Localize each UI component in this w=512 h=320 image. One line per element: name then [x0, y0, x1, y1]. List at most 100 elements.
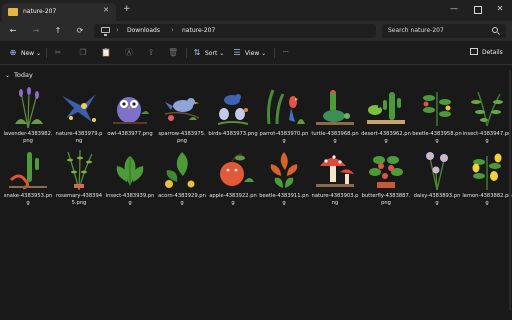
close-window-button[interactable]: ✕ — [494, 3, 506, 15]
maximize-button[interactable] — [472, 3, 484, 15]
parrot-illustration-icon — [261, 84, 307, 130]
file-name: acorn-4383929.png — [158, 193, 206, 206]
file-name: birds-4383973.png — [208, 131, 258, 137]
new-button[interactable]: ⊕ New ⌄ — [8, 47, 41, 59]
sort-button[interactable]: ⇅ Sort ⌄ — [192, 47, 225, 59]
insect-illustration-icon — [464, 84, 510, 130]
back-button[interactable]: ← — [7, 25, 19, 37]
command-bar: ⊕ New ⌄ ✂ ❐ 📋 Ⓐ ⇪ 🗑 ⇅ Sort ⌄ ☰ View ⌄ ··· D… — [0, 41, 512, 65]
details-pane-icon — [470, 48, 478, 55]
file-name: parrot-4383970.png — [259, 131, 309, 144]
chevron-down-icon: ⌄ — [5, 72, 11, 79]
insect-illustration-icon — [107, 146, 153, 192]
breadcrumb-separator-icon[interactable]: › — [116, 26, 119, 34]
file-name: daisy-4383893.png — [413, 193, 461, 206]
breadcrumb-downloads[interactable]: Downloads — [127, 27, 160, 34]
paste-button[interactable]: 📋 — [101, 47, 114, 59]
refresh-button[interactable]: ⟳ — [74, 25, 86, 37]
owl-illustration-icon — [107, 84, 153, 130]
sparrow-illustration-icon — [159, 84, 205, 130]
file-item-beetle-2[interactable]: beetle-4383911.png — [259, 146, 309, 220]
file-name: owl-4383977.png — [107, 131, 153, 137]
search-placeholder: Search nature-207 — [388, 27, 444, 34]
search-input[interactable]: Search nature-207 — [382, 24, 506, 38]
view-button[interactable]: ☰ View ⌄ — [232, 47, 266, 59]
rename-icon: Ⓐ — [125, 48, 133, 57]
cut-icon: ✂ — [54, 48, 62, 57]
folder-icon — [8, 8, 18, 16]
view-icon: ☰ — [233, 48, 241, 57]
vertical-scrollbar[interactable] — [509, 70, 511, 310]
details-label: Details — [482, 49, 503, 56]
address-bar-row: ← → ↑ ⟳ › Downloads › nature-207 Search … — [0, 21, 512, 41]
file-item-apple[interactable]: apple-4383922.png — [208, 146, 258, 220]
tab-nature-207[interactable]: nature-207 ✕ — [2, 3, 116, 21]
file-name: desert-4383962.png — [361, 131, 411, 144]
file-item-rosemary[interactable]: rosemary-4383945.png — [54, 146, 104, 220]
butterfly-illustration-icon — [363, 146, 409, 192]
turtle-illustration-icon — [312, 84, 358, 130]
chevron-down-icon: ⌄ — [36, 50, 42, 57]
copy-icon: ❐ — [79, 48, 87, 57]
title-bar: nature-207 ✕ + — ✕ — [0, 0, 512, 21]
tab-title: nature-207 — [23, 8, 57, 15]
file-item-acorn[interactable]: acorn-4383929.png — [157, 146, 207, 220]
file-name: sparrow-4383975.png — [158, 131, 206, 144]
delete-button[interactable]: 🗑 — [168, 47, 181, 59]
swallow-illustration-icon — [56, 84, 102, 130]
chevron-down-icon: ⌄ — [219, 50, 225, 57]
sort-label: Sort — [205, 50, 218, 57]
lavender-illustration-icon — [5, 84, 51, 130]
file-item-daisy[interactable]: daisy-4383893.png — [412, 146, 462, 220]
toolbar-divider — [46, 48, 47, 58]
file-name: insect-4383939.png — [105, 193, 155, 206]
beetle-illustration-icon — [261, 146, 307, 192]
view-label: View — [245, 50, 260, 57]
file-item-insect-2[interactable]: insect-4383939.png — [105, 146, 155, 220]
forward-button[interactable]: → — [30, 25, 42, 37]
up-button[interactable]: ↑ — [52, 25, 64, 37]
lemon-illustration-icon — [464, 146, 510, 192]
acorn-illustration-icon — [159, 146, 205, 192]
share-button[interactable]: ⇪ — [146, 47, 159, 59]
file-name: snake-4383953.png — [3, 193, 53, 206]
file-name: lavender-4383982.png — [3, 131, 53, 144]
cut-button[interactable]: ✂ — [53, 47, 66, 59]
tab-close-icon[interactable]: ✕ — [103, 6, 109, 14]
minimize-button[interactable]: — — [448, 3, 460, 15]
file-name: butterfly-4383887.png — [361, 193, 411, 206]
file-name: rosemary-4383945.png — [55, 193, 103, 206]
more-options-button[interactable]: ··· — [283, 47, 289, 59]
file-name: insect-4383947.png — [462, 131, 512, 144]
new-icon: ⊕ — [9, 48, 17, 57]
beetle-illustration-icon — [414, 84, 460, 130]
details-pane-button[interactable]: Details — [470, 47, 503, 59]
file-name: beetle-4383958.png — [412, 131, 462, 144]
toolbar-divider — [274, 48, 275, 58]
daisy-illustration-icon — [414, 146, 460, 192]
address-box[interactable]: › Downloads › nature-207 — [94, 24, 376, 38]
file-list-area[interactable]: ⌄ Today lavender-4383982.png nature-43839… — [0, 66, 512, 320]
sort-icon: ⇅ — [193, 48, 201, 57]
file-item-snake[interactable]: snake-4383953.png — [3, 146, 53, 220]
new-tab-button[interactable]: + — [123, 5, 131, 14]
file-item-butterfly[interactable]: butterfly-4383887.png — [361, 146, 411, 220]
share-icon: ⇪ — [147, 48, 155, 57]
breadcrumb-nature-207[interactable]: nature-207 — [182, 27, 215, 34]
delete-icon: 🗑 — [168, 48, 179, 57]
rename-button[interactable]: Ⓐ — [124, 47, 137, 59]
group-header-today[interactable]: ⌄ Today — [5, 71, 33, 79]
chevron-down-icon: ⌄ — [261, 50, 267, 57]
apple-illustration-icon — [210, 146, 256, 192]
file-name: nature-4383903.png — [311, 193, 359, 206]
breadcrumb-separator-icon[interactable]: › — [171, 26, 174, 34]
this-pc-icon[interactable] — [101, 27, 110, 36]
file-item-lemon[interactable]: lemon-4383882.png — [462, 146, 512, 220]
group-title: Today — [14, 71, 33, 79]
toolbar-divider — [186, 48, 187, 58]
birds-illustration-icon — [210, 84, 256, 130]
file-item-nature-2[interactable]: nature-4383903.png — [310, 146, 360, 220]
desert-illustration-icon — [363, 84, 409, 130]
file-name: apple-4383922.png — [209, 193, 257, 206]
copy-button[interactable]: ❐ — [78, 47, 91, 59]
